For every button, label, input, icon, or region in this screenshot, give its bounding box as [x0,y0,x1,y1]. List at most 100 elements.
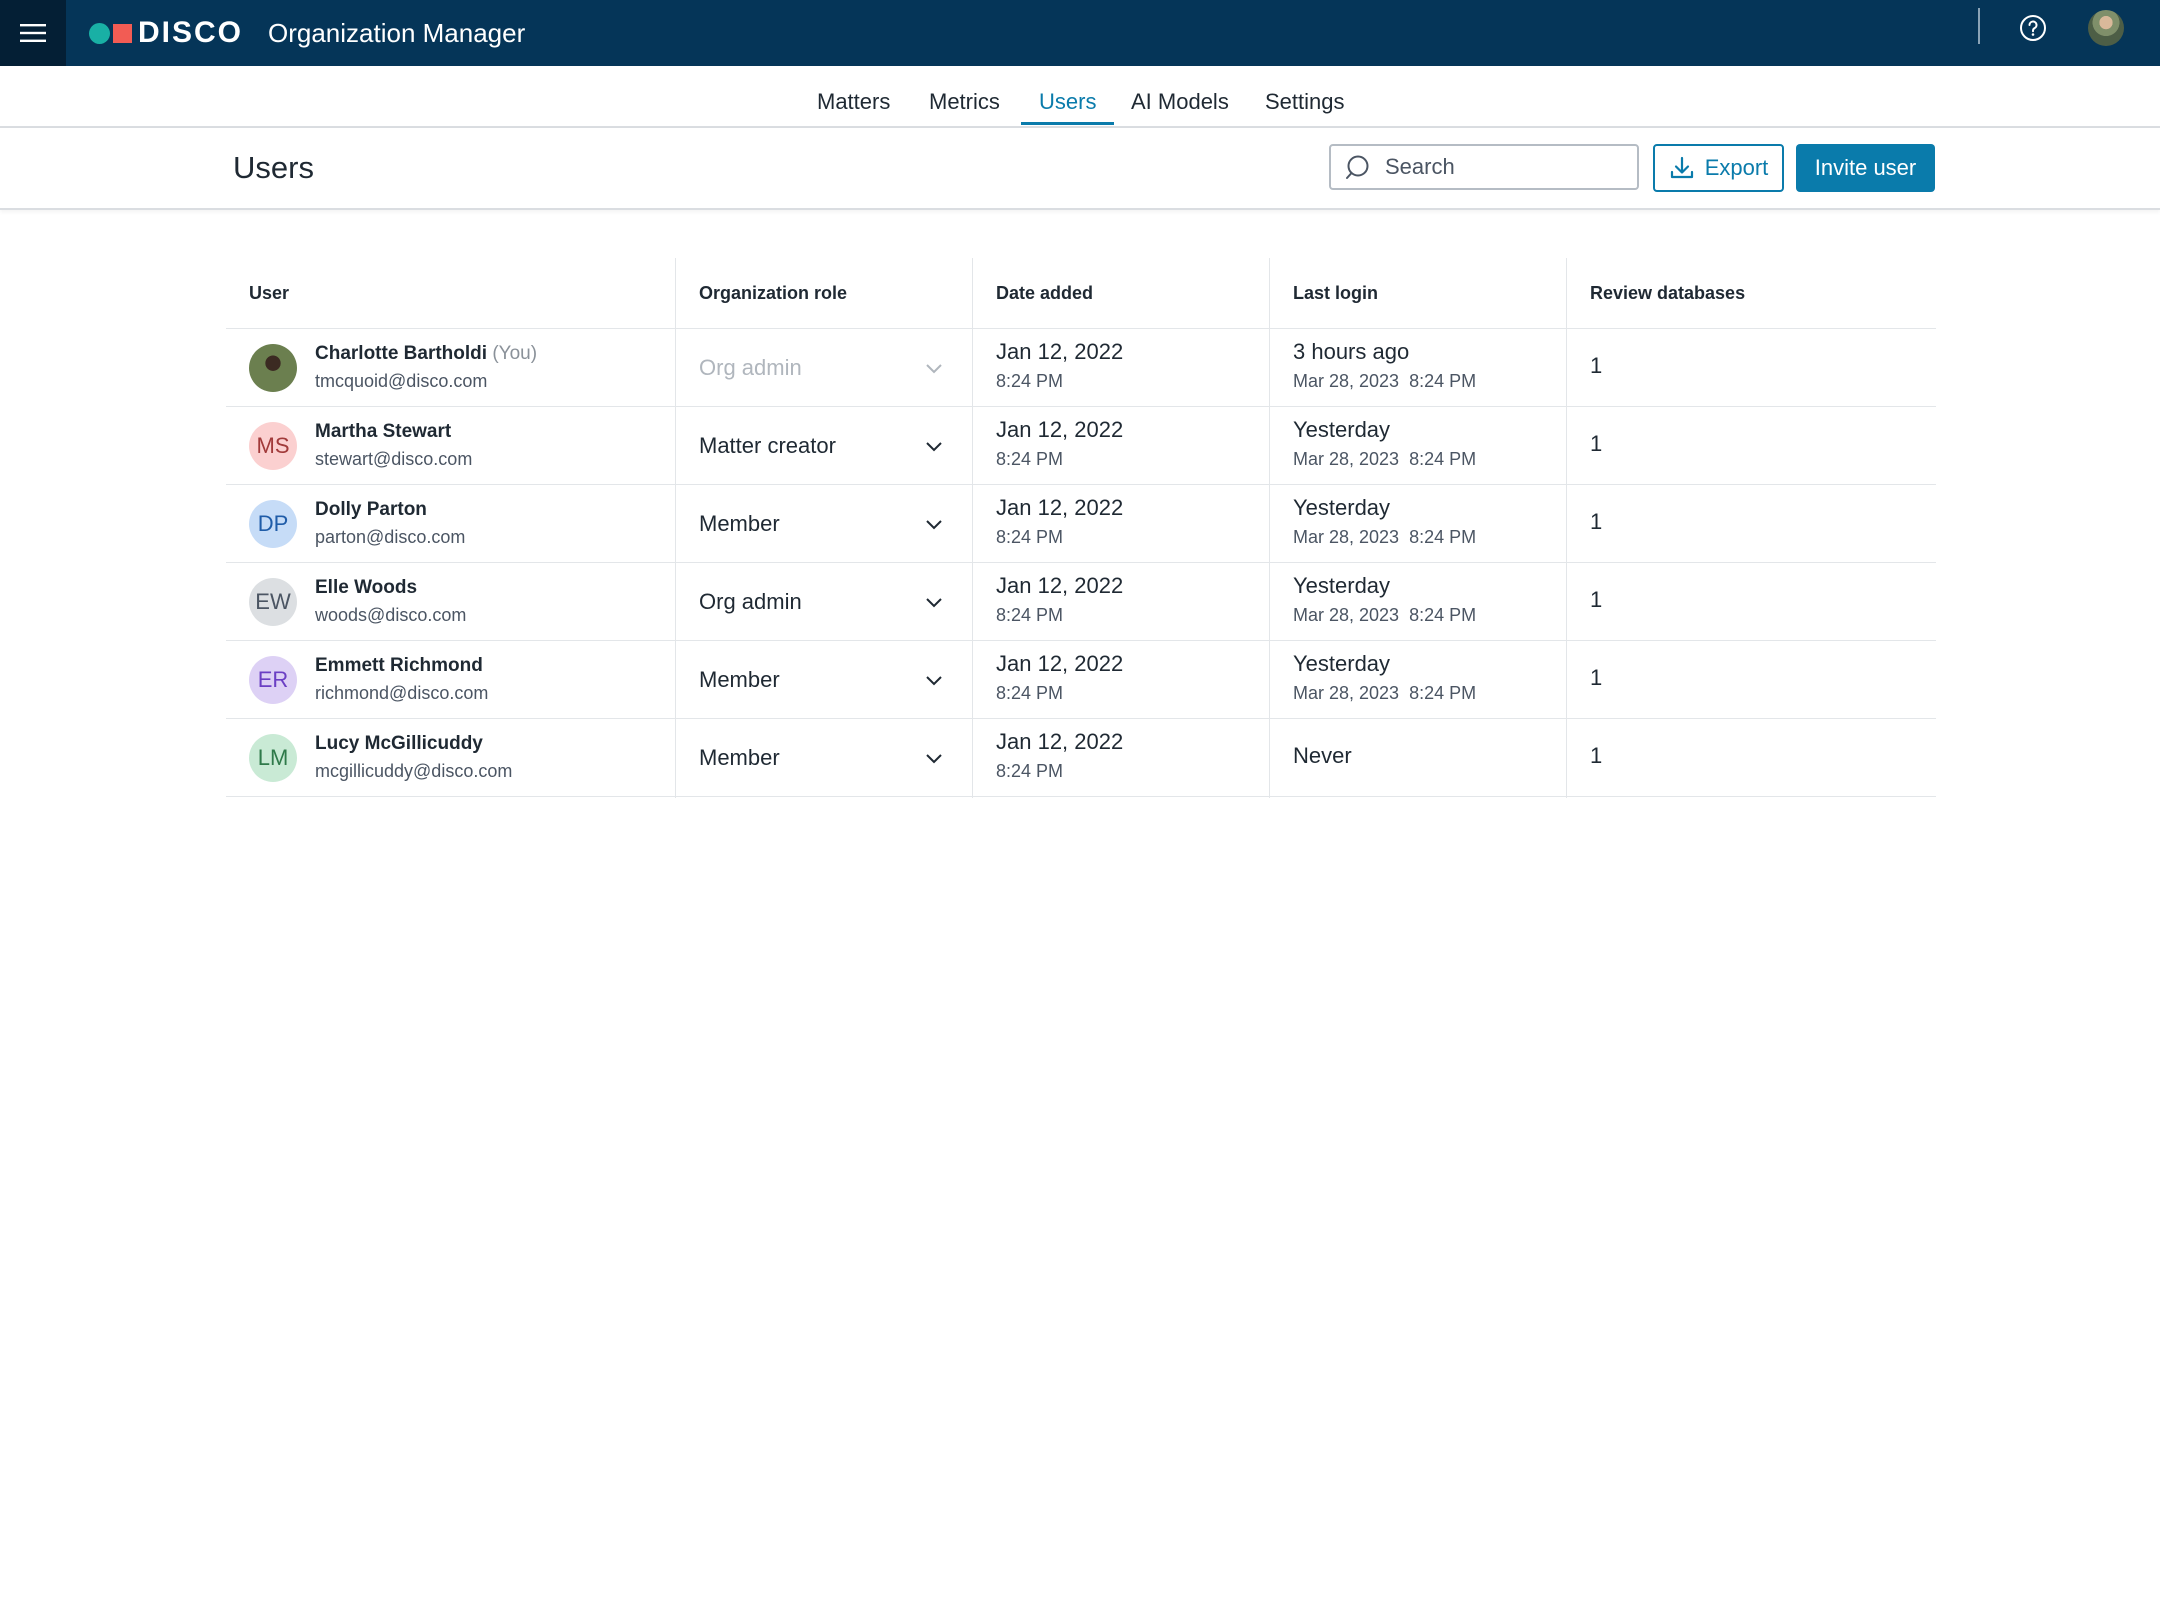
avatar: EW [249,578,297,626]
role-select[interactable]: Matter creator [676,407,966,484]
last-login-detail: Mar 28, 2023 8:24 PM [1293,605,1477,625]
search-icon [1346,155,1369,179]
tab-ai-models[interactable]: AI Models [1131,87,1229,117]
avatar [249,344,297,392]
export-button-label: Export [1704,155,1769,180]
chevron-down-icon [926,597,942,607]
table-row[interactable]: DP Dolly Parton parton@disco.com Member … [226,485,1936,563]
user-email: parton@disco.com [315,527,466,547]
review-databases-count: 1 [1590,743,1603,768]
user-name: Martha Stewart [315,421,452,442]
role-select[interactable]: Member [676,719,966,796]
tab-matters[interactable]: Matters [817,87,890,117]
page-title: Users [233,150,314,185]
main-menu-button[interactable] [0,0,66,66]
last-login: Yesterday [1293,495,1391,520]
you-label: (You) [492,343,538,364]
user-name: Charlotte Bartholdi [315,343,488,364]
user-email: stewart@disco.com [315,449,473,469]
review-databases-count: 1 [1590,509,1603,534]
top-bar: DISCO Organization Manager [0,0,2160,66]
review-databases-count: 1 [1590,431,1603,456]
app-title: Organization Manager [268,18,526,48]
last-login-detail: Mar 28, 2023 8:24 PM [1293,683,1477,703]
date-added: Jan 12, 2022 [996,651,1124,676]
table-row[interactable]: MS Martha Stewart stewart@disco.com Matt… [226,407,1936,485]
role-value: Member [699,744,780,770]
user-email: tmcquoid@disco.com [315,371,488,391]
last-login: Yesterday [1293,651,1391,676]
time-added: 8:24 PM [996,449,1064,469]
user-name: Elle Woods [315,577,418,598]
chevron-down-icon [926,441,942,451]
current-user-avatar[interactable] [2088,10,2124,46]
tab-metrics[interactable]: Metrics [929,87,1000,117]
invite-user-button[interactable]: Invite user [1796,144,1935,192]
review-databases-count: 1 [1590,353,1603,378]
time-added: 8:24 PM [996,683,1064,703]
column-header-date-added[interactable]: Date added [996,258,1093,328]
time-added: 8:24 PM [996,761,1064,781]
last-login-detail: Mar 28, 2023 8:24 PM [1293,449,1477,469]
logo-square-icon [113,23,132,43]
page-header: Users Export Invite user [0,128,2160,210]
role-value: Org admin [699,354,802,380]
chevron-down-icon [926,753,942,763]
table-row[interactable]: Charlotte Bartholdi (You) tmcquoid@disco… [226,329,1936,407]
download-icon [1670,156,1693,179]
avatar: ER [249,656,297,704]
date-added: Jan 12, 2022 [996,729,1124,754]
user-name-cell: Charlotte Bartholdi (You) [315,343,537,365]
last-login: Never [1293,743,1352,768]
column-header-review-databases[interactable]: Review databases [1590,258,1745,328]
role-value: Matter creator [699,432,836,458]
time-added: 8:24 PM [996,527,1064,547]
column-header-user[interactable]: User [249,258,289,328]
active-tab-indicator [1021,122,1114,125]
date-added: Jan 12, 2022 [996,495,1124,520]
date-added: Jan 12, 2022 [996,339,1124,364]
column-header-role[interactable]: Organization role [699,258,847,328]
export-button[interactable]: Export [1653,144,1784,192]
table-row[interactable]: LM Lucy McGillicuddy mcgillicuddy@disco.… [226,719,1936,797]
logo-wordmark: DISCO [138,16,244,49]
last-login: Yesterday [1293,417,1391,442]
question-circle-icon[interactable] [2018,13,2048,43]
search-box[interactable] [1329,144,1639,190]
user-name: Emmett Richmond [315,655,483,676]
last-login: Yesterday [1293,573,1391,598]
time-added: 8:24 PM [996,371,1064,391]
column-header-last-login[interactable]: Last login [1293,258,1378,328]
chevron-down-icon [926,675,942,685]
last-login: 3 hours ago [1293,339,1410,364]
avatar: MS [249,422,297,470]
chevron-down-icon [926,363,942,373]
tab-bar: Matters Metrics Users AI Models Settings [0,66,2160,128]
role-select[interactable]: Member [676,641,966,718]
date-added: Jan 12, 2022 [996,573,1124,598]
table-header: User Organization role Date added Last l… [226,258,1936,329]
time-added: 8:24 PM [996,605,1064,625]
user-email: richmond@disco.com [315,683,489,703]
table-row[interactable]: ER Emmett Richmond richmond@disco.com Me… [226,641,1936,719]
role-select[interactable]: Member [676,485,966,562]
avatar: DP [249,500,297,548]
logo-dot-icon [89,22,110,44]
disco-logo[interactable]: DISCO [89,18,243,48]
search-input[interactable] [1383,153,1627,181]
hamburger-menu-icon [20,24,46,42]
tab-settings[interactable]: Settings [1265,87,1345,117]
user-email: mcgillicuddy@disco.com [315,761,513,781]
tab-users[interactable]: Users [1039,87,1096,117]
last-login-detail: Mar 28, 2023 8:24 PM [1293,371,1477,391]
topbar-divider [1978,8,1980,44]
role-value: Member [699,666,780,692]
table-row[interactable]: EW Elle Woods woods@disco.com Org admin … [226,563,1936,641]
date-added: Jan 12, 2022 [996,417,1124,442]
last-login-detail: Mar 28, 2023 8:24 PM [1293,527,1477,547]
avatar: LM [249,734,297,782]
user-name: Lucy McGillicuddy [315,733,483,754]
role-select[interactable]: Org admin [676,563,966,640]
user-email: woods@disco.com [315,605,467,625]
role-value: Member [699,510,780,536]
